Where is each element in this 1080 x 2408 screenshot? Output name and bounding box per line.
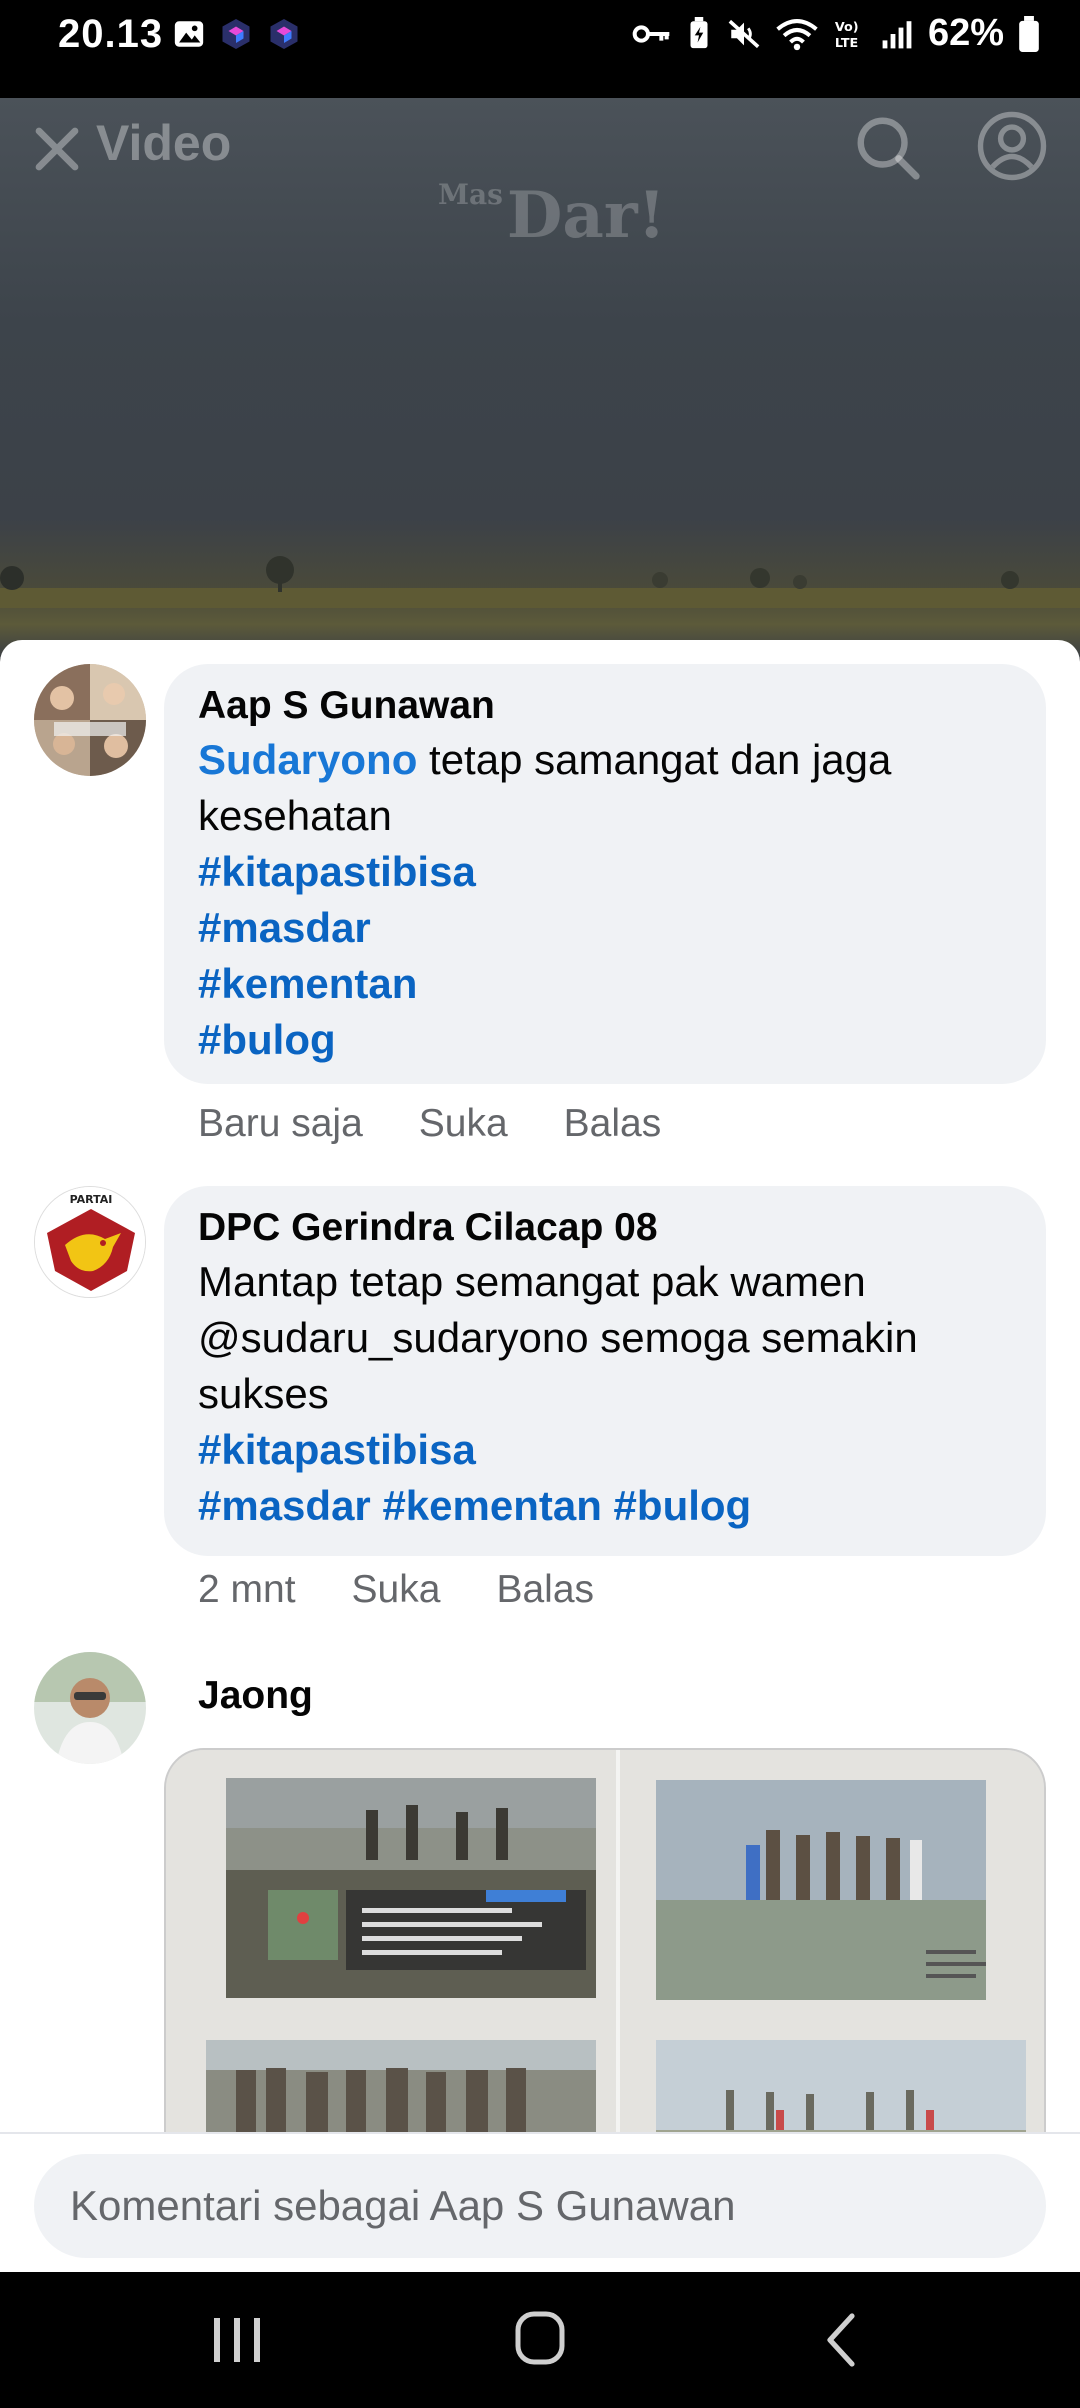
back-icon[interactable] — [804, 2310, 884, 2370]
avatar[interactable] — [34, 1652, 146, 1764]
hashtag-link[interactable]: #kementan — [198, 956, 1012, 1012]
comment-author[interactable]: Jaong — [198, 1670, 313, 1722]
comment-actions: 2 mnt Suka Balas — [198, 1568, 594, 1612]
wifi-icon — [776, 18, 818, 50]
comment-text: Mantap tetap semangat pak wamen @sudaru_… — [198, 1258, 918, 1417]
reply-button[interactable]: Balas — [564, 1102, 662, 1146]
comments-sheet: Aap S Gunawan Sudaryono tetap samangat d… — [0, 640, 1080, 2272]
mute-icon — [728, 19, 760, 48]
avatar-label: PARTAI — [70, 1193, 113, 1206]
video-header: Video — [0, 98, 1080, 198]
screen: 20.13 Vo) LTE 62% MasDar! Video Aap S Gu… — [0, 0, 1080, 2408]
comment-input[interactable] — [34, 2154, 1046, 2258]
comment-author[interactable]: DPC Gerindra Cilacap 08 — [198, 1202, 1012, 1254]
home-icon[interactable] — [500, 2310, 580, 2370]
hashtag-link[interactable]: #masdar #kementan #bulog — [198, 1478, 1012, 1534]
battery-saver-icon — [690, 16, 708, 48]
mention-link[interactable]: Sudaryono — [198, 736, 417, 783]
app-icon — [270, 19, 298, 49]
navigation-bar — [0, 2272, 1080, 2408]
close-icon[interactable] — [30, 122, 84, 176]
reply-button[interactable]: Balas — [496, 1568, 594, 1612]
status-left-icons — [172, 16, 302, 52]
search-icon[interactable] — [852, 112, 922, 182]
signal-icon — [882, 20, 912, 48]
volte-icon: Vo)LTE — [835, 20, 859, 51]
key-icon — [632, 24, 670, 43]
status-time: 20.13 — [58, 12, 164, 56]
avatar[interactable] — [34, 664, 146, 776]
status-bar: 20.13 Vo) LTE 62% — [0, 0, 1080, 98]
video-player[interactable]: MasDar! Video — [0, 98, 1080, 658]
like-button[interactable]: Suka — [419, 1102, 508, 1146]
battery-icon — [1019, 15, 1039, 52]
comment-text: Sudaryono tetap samangat dan jaga keseha… — [198, 736, 892, 839]
comment-composer — [0, 2132, 1080, 2272]
gallery-icon — [174, 21, 204, 47]
svg-text:Vo): Vo) — [835, 20, 859, 35]
horizon-trees — [0, 556, 1080, 608]
video-title: Video — [96, 115, 232, 171]
comment-author[interactable]: Aap S Gunawan — [198, 680, 1012, 732]
avatar[interactable]: PARTAI — [34, 1186, 146, 1298]
app-icon — [222, 19, 250, 49]
hashtag-link[interactable]: #kitapastibisa — [198, 1422, 1012, 1478]
svg-text:LTE: LTE — [835, 35, 858, 50]
battery-percent: 62% — [927, 12, 1004, 54]
comment-actions: Baru saja Suka Balas — [198, 1102, 661, 1146]
like-button[interactable]: Suka — [352, 1568, 441, 1612]
recent-apps-icon[interactable] — [198, 2310, 278, 2370]
status-right-icons: Vo) LTE 62% — [632, 12, 1040, 55]
comment-bubble: Aap S Gunawan Sudaryono tetap samangat d… — [164, 664, 1046, 1084]
comment-time: 2 mnt — [198, 1568, 296, 1611]
hashtag-link[interactable]: #masdar — [198, 900, 1012, 956]
comment-time: Baru saja — [198, 1102, 363, 1145]
hashtag-link[interactable]: #kitapastibisa — [198, 844, 1012, 900]
profile-icon[interactable] — [976, 110, 1048, 182]
comment-bubble: DPC Gerindra Cilacap 08 Mantap tetap sem… — [164, 1186, 1046, 1556]
hashtag-link[interactable]: #bulog — [198, 1012, 1012, 1068]
